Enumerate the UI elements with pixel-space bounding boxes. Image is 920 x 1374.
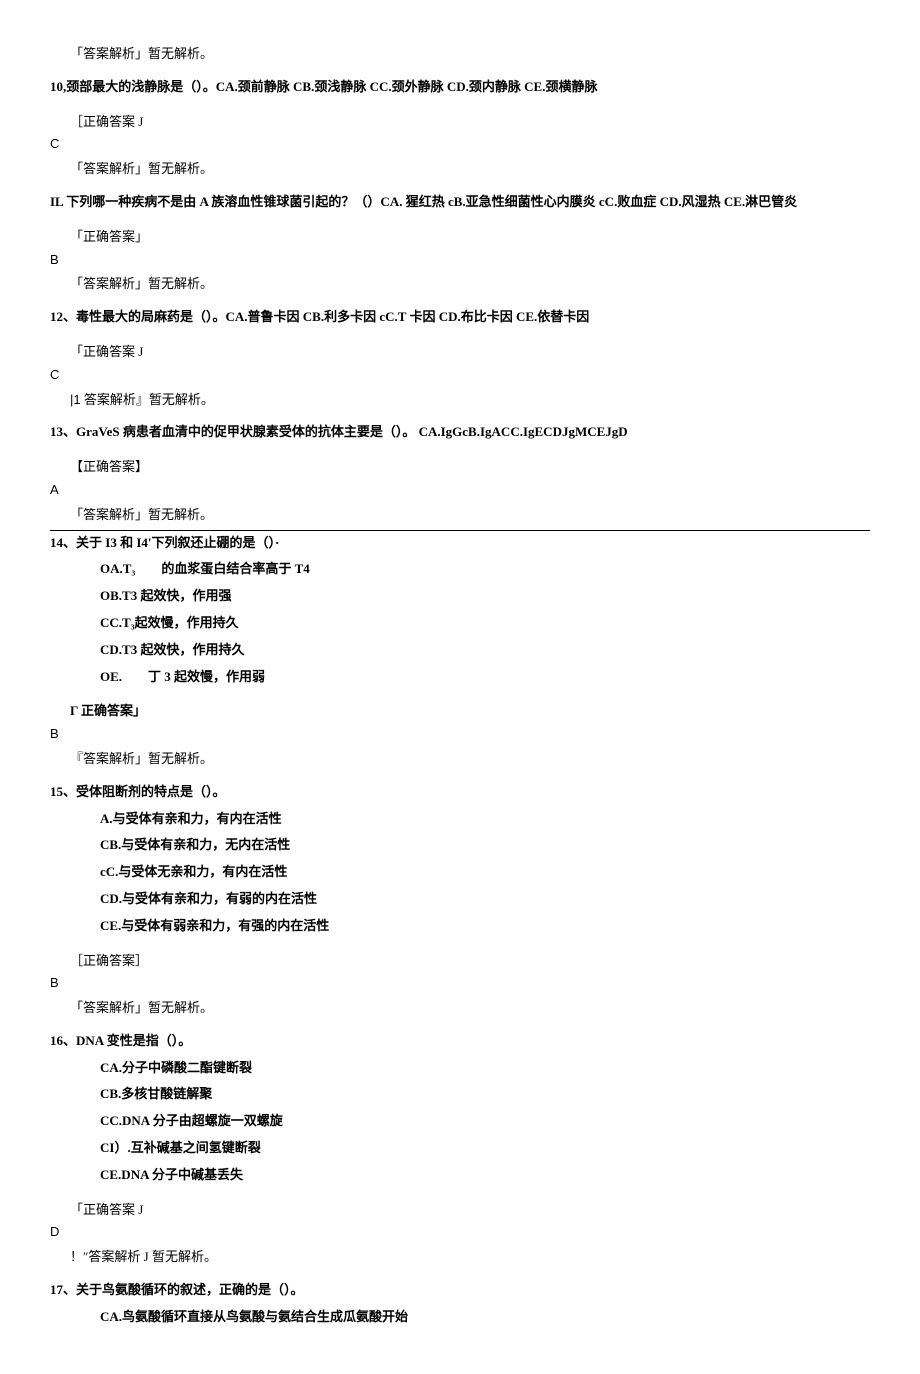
q14: 14、关于 I3 和 I4'下列叙还止硼的是（）· xyxy=(50,533,870,554)
q16-opt-e: CE.DNA 分子中碱基丢失 xyxy=(100,1165,870,1186)
q15-opt-d: CD.与受体有亲和力，有弱的内在活性 xyxy=(100,889,870,910)
q15: 15、受体阻断剂的特点是（）。 xyxy=(50,782,870,803)
q10-stem: 颈部最大的浅静脉是（）。CA.颈前静脉 CB.颈浅静脉 CC.颈外静脉 CD.颈… xyxy=(66,79,597,94)
q15-answer-label: ［正确答案］ xyxy=(70,951,870,972)
q15-opt-e: CE.与受体有弱亲和力，有强的内在活性 xyxy=(100,916,870,937)
q15-options: A.与受体有亲和力，有内在活性 CB.与受体有亲和力，无内在活性 cC.与受体无… xyxy=(100,809,870,937)
q17: 17、关于鸟氨酸循环的叙述，正确的是（）。 xyxy=(50,1280,870,1301)
q14-answer-label: Γ 正确答案」 xyxy=(70,701,870,722)
q13-answer: A xyxy=(50,480,870,501)
q17-options: CA.鸟氨酸循环直接从鸟氨酸与氨结合生成瓜氨酸开始 xyxy=(100,1307,870,1328)
q16-stem: DNA 变性是指（）。 xyxy=(76,1033,191,1048)
q12-analysis: 答案解析』暂无解析。 xyxy=(81,392,214,407)
q11-answer: B xyxy=(50,250,870,271)
q14-num: 14、 xyxy=(50,535,76,550)
q14-opt-a: OA.T₃ 的血浆蛋白结合率高于 T4 xyxy=(100,559,870,580)
q16: 16、DNA 变性是指（）。 xyxy=(50,1031,870,1052)
q16-opt-c: CC.DNA 分子由超螺旋一双螺旋 xyxy=(100,1111,870,1132)
q11: IL 下列哪一种疾病不是由 A 族溶血性锥球菌引起的？（）CA. 猩红热 cB.… xyxy=(50,192,870,213)
q13-answer-label: 【正确答案】 xyxy=(70,457,870,478)
divider xyxy=(50,530,870,531)
q15-num: 15、 xyxy=(50,784,76,799)
q12-answer: C xyxy=(50,365,870,386)
q14-opt-d: CD.T3 起效快，作用持久 xyxy=(100,640,870,661)
q16-analysis: ！″答案解析 J 暂无解析。 xyxy=(70,1247,870,1268)
q13-num: 13、 xyxy=(50,424,76,439)
q10-analysis: 「答案解析」暂无解析。 xyxy=(70,159,870,180)
q13: 13、GraVeS 病患者血清中的促甲状腺素受体的抗体主要是（）。 CA.IgG… xyxy=(50,422,870,443)
q14-stem: 关于 I3 和 I4'下列叙还止硼的是（）· xyxy=(76,535,279,550)
q17-stem: 关于鸟氨酸循环的叙述，正确的是（）。 xyxy=(76,1282,304,1297)
q12: 12、毒性最大的局麻药是（）。CA.普鲁卡因 CB.利多卡因 cC.T 卡因 C… xyxy=(50,307,870,328)
q13-stem: GraVeS 病患者血清中的促甲状腺素受体的抗体主要是（）。 CA.IgGcB.… xyxy=(76,424,628,439)
q13-analysis: 「答案解析」暂无解析。 xyxy=(70,505,870,526)
q12-answer-label: 「正确答案 J xyxy=(70,342,870,363)
q14-answer: B xyxy=(50,724,870,745)
q10-num: 10, xyxy=(50,79,66,94)
q16-num: 16、 xyxy=(50,1033,76,1048)
q14-opt-e: OE. 丁 3 起效慢，作用弱 xyxy=(100,667,870,688)
q9-analysis: 「答案解析」暂无解析。 xyxy=(70,44,870,65)
q12-num: 12、 xyxy=(50,309,76,324)
q17-num: 17、 xyxy=(50,1282,76,1297)
q14-options: OA.T₃ 的血浆蛋白结合率高于 T4 OB.T3 起效快，作用强 CC.T₃起… xyxy=(100,559,870,687)
q10-answer: C xyxy=(50,134,870,155)
q16-options: CA.分子中磷酸二酯键断裂 CB.多核甘酸链解聚 CC.DNA 分子由超螺旋一双… xyxy=(100,1058,870,1186)
q15-opt-a: A.与受体有亲和力，有内在活性 xyxy=(100,809,870,830)
q10-answer-label: ［正确答案 J xyxy=(70,112,870,133)
q11-stem: 下列哪一种疾病不是由 A 族溶血性锥球菌引起的？（）CA. 猩红热 cB.亚急性… xyxy=(63,194,797,209)
q16-opt-a: CA.分子中磷酸二酯键断裂 xyxy=(100,1058,870,1079)
q16-answer: D xyxy=(50,1222,870,1243)
q15-analysis: 「答案解析」暂无解析。 xyxy=(70,998,870,1019)
q10: 10,颈部最大的浅静脉是（）。CA.颈前静脉 CB.颈浅静脉 CC.颈外静脉 C… xyxy=(50,77,870,98)
q16-opt-b: CB.多核甘酸链解聚 xyxy=(100,1084,870,1105)
q14-opt-c: CC.T₃起效慢，作用持久 xyxy=(100,613,870,634)
q12-analysis-row: |1 答案解析』暂无解析。 xyxy=(70,390,870,411)
q11-analysis: 「答案解析」暂无解析。 xyxy=(70,274,870,295)
q16-opt-d: CI）.互补碱基之间氢键断裂 xyxy=(100,1138,870,1159)
q11-num: IL xyxy=(50,194,63,209)
q15-opt-c: cC.与受体无亲和力，有内在活性 xyxy=(100,862,870,883)
q14-opt-b: OB.T3 起效快，作用强 xyxy=(100,586,870,607)
q15-opt-b: CB.与受体有亲和力，无内在活性 xyxy=(100,835,870,856)
q11-answer-label: 「正确答案」 xyxy=(70,227,870,248)
q15-stem: 受体阻断剂的特点是（）。 xyxy=(76,784,226,799)
q15-answer: B xyxy=(50,973,870,994)
q17-opt-a: CA.鸟氨酸循环直接从鸟氨酸与氨结合生成瓜氨酸开始 xyxy=(100,1307,870,1328)
q14-analysis: 『答案解析」暂无解析。 xyxy=(70,749,870,770)
q16-answer-label: 「正确答案 J xyxy=(70,1200,870,1221)
q12-analysis-prefix: |1 xyxy=(70,392,81,407)
q12-stem: 毒性最大的局麻药是（）。CA.普鲁卡因 CB.利多卡因 cC.T 卡因 CD.布… xyxy=(76,309,589,324)
